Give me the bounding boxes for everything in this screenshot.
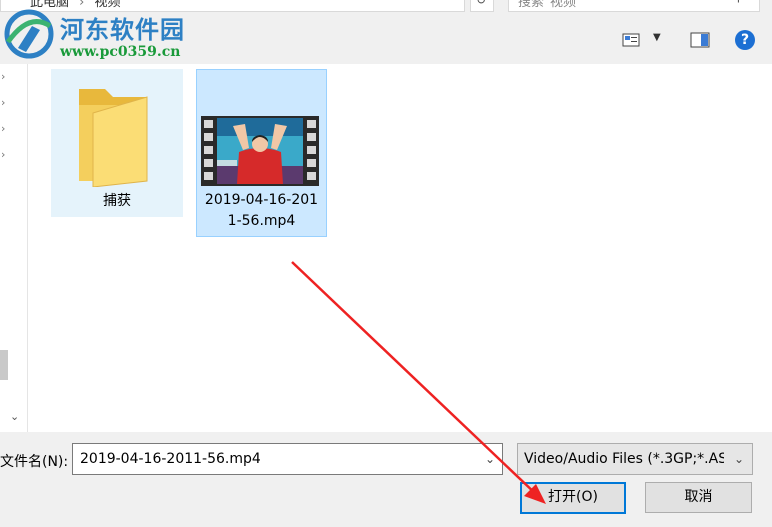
folder-icon	[79, 89, 148, 187]
breadcrumb-item-videos[interactable]: 视频	[95, 0, 121, 10]
help-icon[interactable]: ?	[735, 30, 755, 50]
chevron-down-icon[interactable]: ⌄	[485, 452, 495, 466]
chevron-right-icon[interactable]: ›	[1, 96, 5, 109]
file-item-label-line-1: 2019-04-16-201	[204, 192, 319, 208]
file-item-folder[interactable]: 捕获	[51, 69, 183, 217]
chevron-right-icon[interactable]: ›	[1, 148, 5, 161]
chevron-down-icon[interactable]: ▼	[653, 32, 661, 43]
chevron-right-icon[interactable]: ›	[1, 70, 5, 83]
nav-scrollbar-thumb[interactable]	[0, 350, 8, 380]
video-thumbnail	[201, 116, 319, 186]
preview-pane-icon[interactable]	[690, 32, 710, 48]
chevron-down-icon[interactable]: ⌄	[734, 452, 744, 466]
chevron-right-icon[interactable]: ›	[1, 122, 5, 135]
cancel-button[interactable]: 取消	[645, 482, 752, 513]
view-mode-icon[interactable]	[622, 32, 640, 48]
refresh-button[interactable]: ↻	[470, 0, 494, 12]
open-button[interactable]: 打开(O)	[520, 482, 626, 514]
watermark-logo	[4, 9, 54, 59]
refresh-icon: ↻	[476, 0, 487, 7]
chevron-down-icon[interactable]: ▾	[445, 0, 450, 1]
watermark-url: www.pc0359.cn	[60, 44, 181, 60]
search-placeholder: 搜索"视频"	[518, 0, 582, 10]
file-item-label: 捕获	[103, 193, 131, 209]
file-type-filter-value[interactable]: Video/Audio Files (*.3GP;*.AS	[524, 451, 724, 467]
filename-value[interactable]: 2019-04-16-2011-56.mp4	[80, 451, 261, 467]
file-item-video-selected[interactable]: 2019-04-16-201 1-56.mp4	[196, 69, 327, 237]
scroll-down-icon[interactable]: ⌄	[10, 410, 19, 423]
watermark-title: 河东软件园	[60, 15, 185, 44]
file-item-label-line-2: 1-56.mp4	[227, 213, 296, 229]
search-icon[interactable]: ⚲	[734, 0, 743, 4]
breadcrumb-separator: ›	[79, 0, 85, 10]
filename-label: 文件名(N):	[0, 454, 69, 470]
